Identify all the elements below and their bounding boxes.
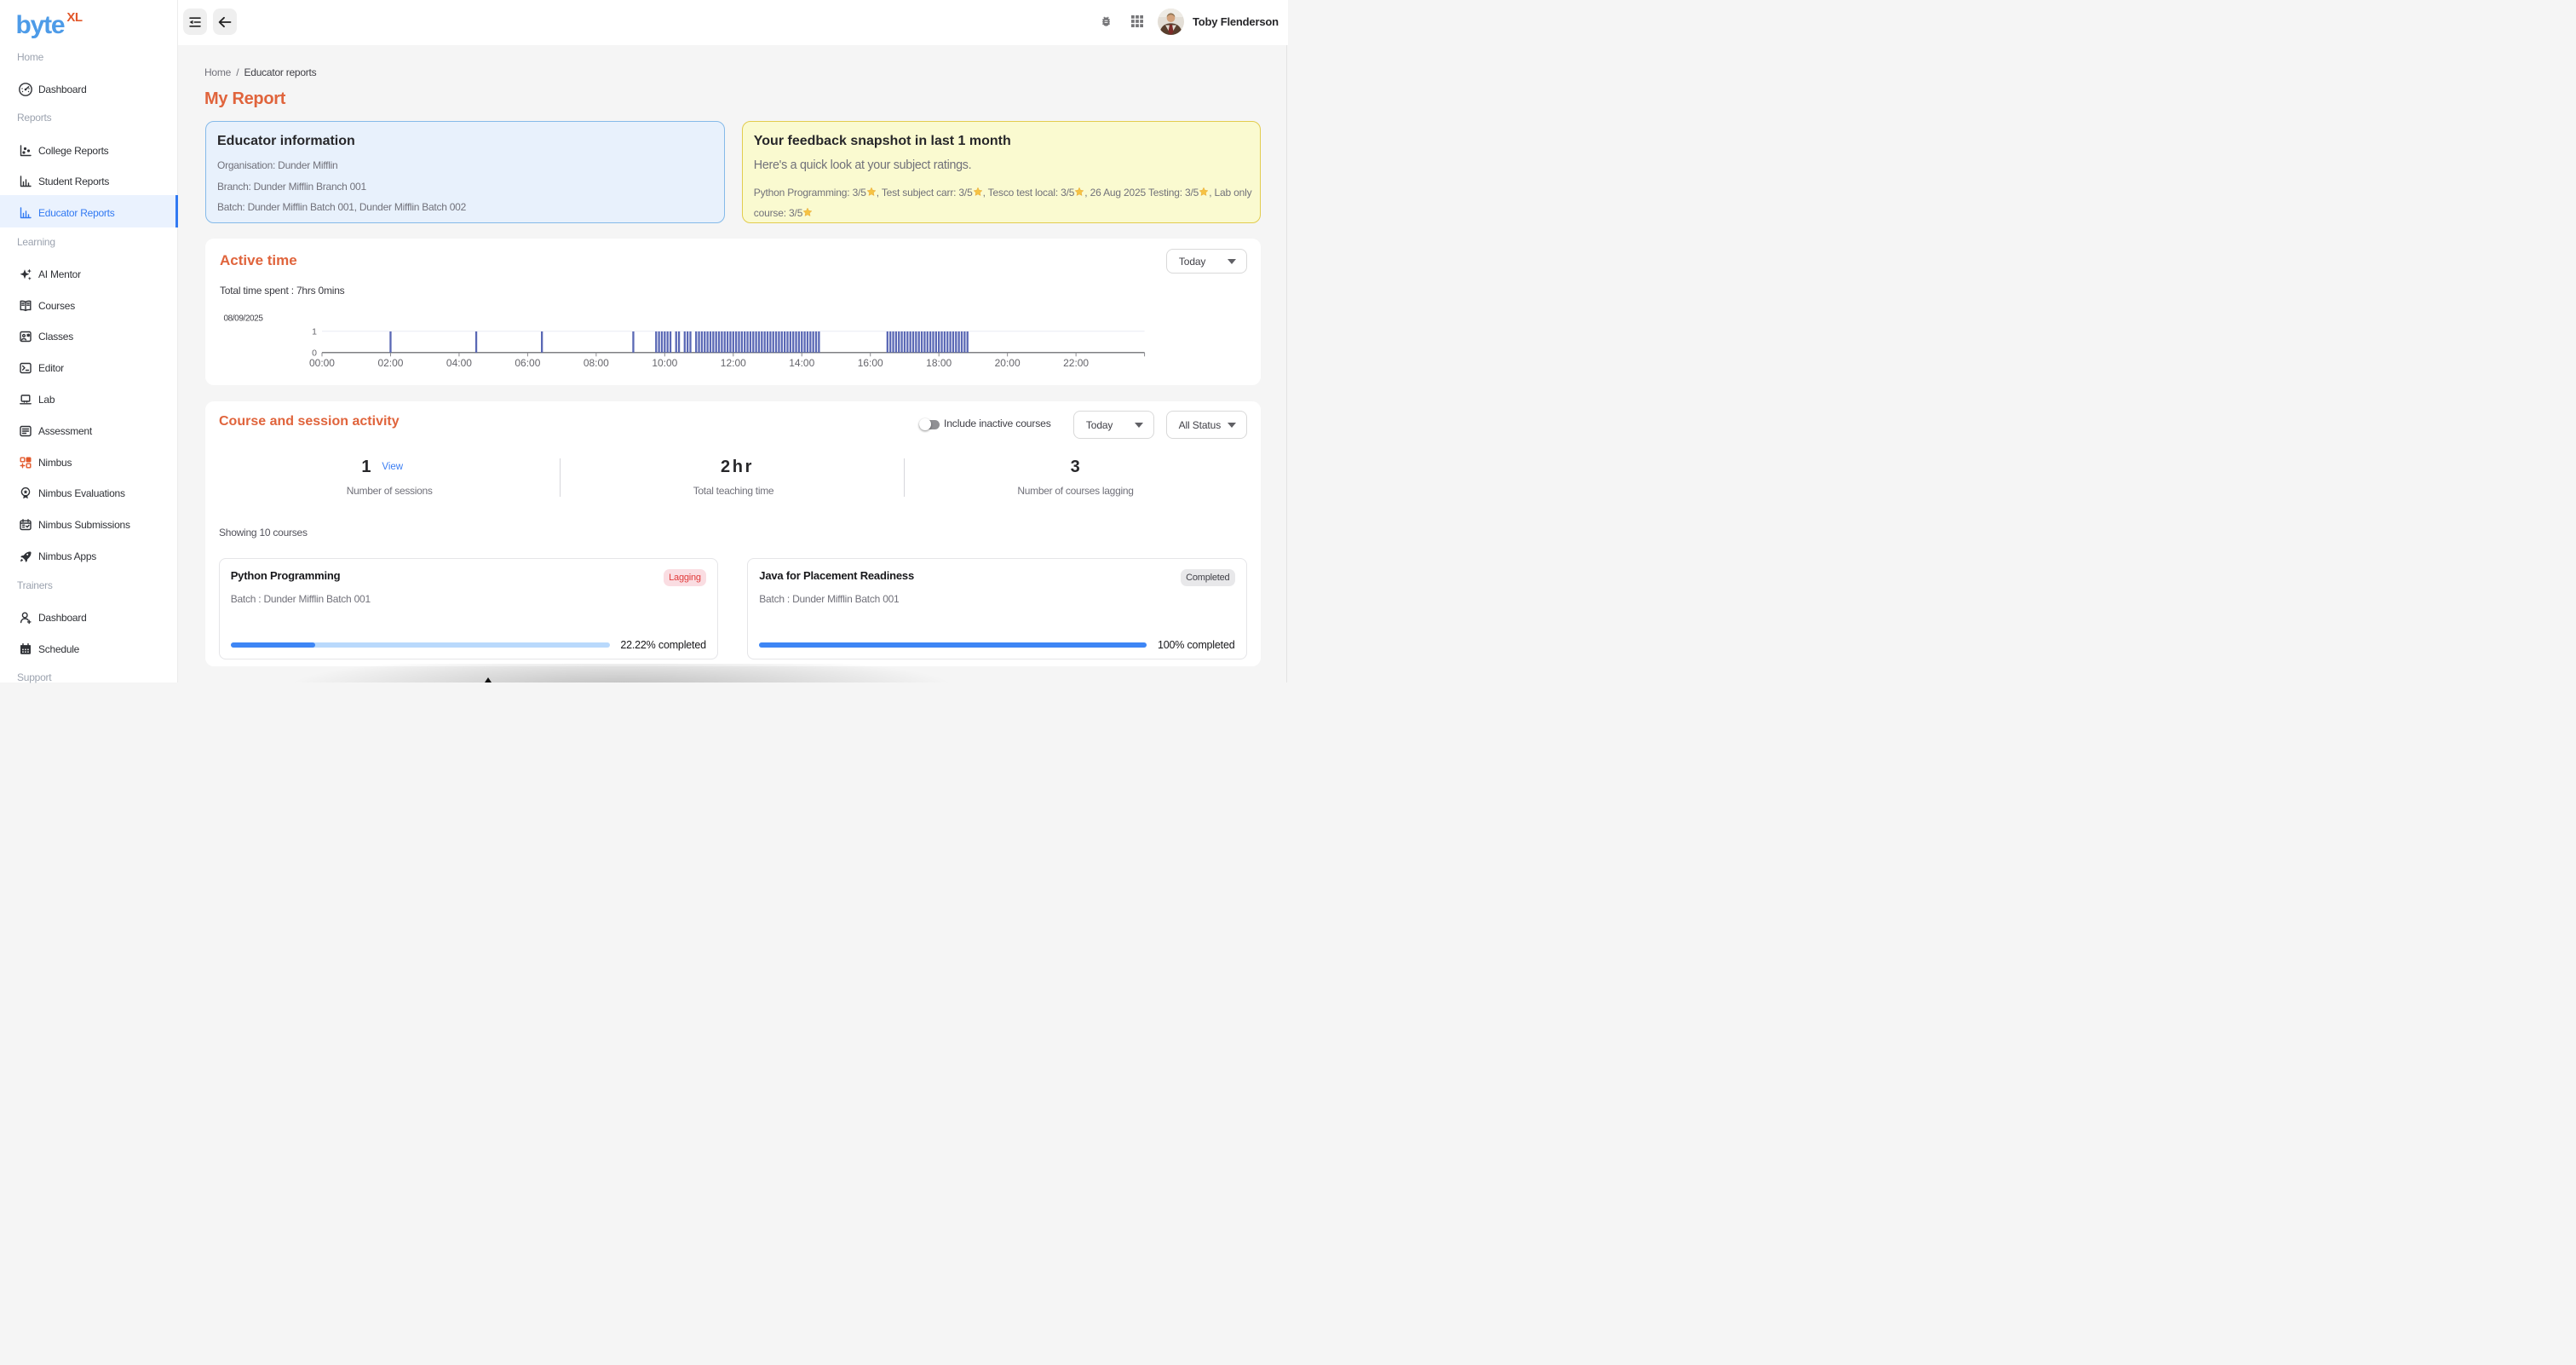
svg-text:00:00: 00:00 (309, 357, 335, 369)
svg-text:1: 1 (312, 327, 317, 337)
svg-text:08:00: 08:00 (584, 357, 609, 369)
svg-text:02:00: 02:00 (377, 357, 403, 369)
svg-text:22:00: 22:00 (1063, 357, 1089, 369)
svg-text:18:00: 18:00 (926, 357, 952, 369)
svg-text:16:00: 16:00 (858, 357, 883, 369)
svg-text:08/09/2025: 08/09/2025 (224, 314, 264, 323)
svg-text:06:00: 06:00 (515, 357, 540, 369)
svg-text:12:00: 12:00 (721, 357, 746, 369)
svg-text:20:00: 20:00 (995, 357, 1021, 369)
svg-text:04:00: 04:00 (446, 357, 472, 369)
svg-text:14:00: 14:00 (789, 357, 814, 369)
svg-text:10:00: 10:00 (652, 357, 677, 369)
